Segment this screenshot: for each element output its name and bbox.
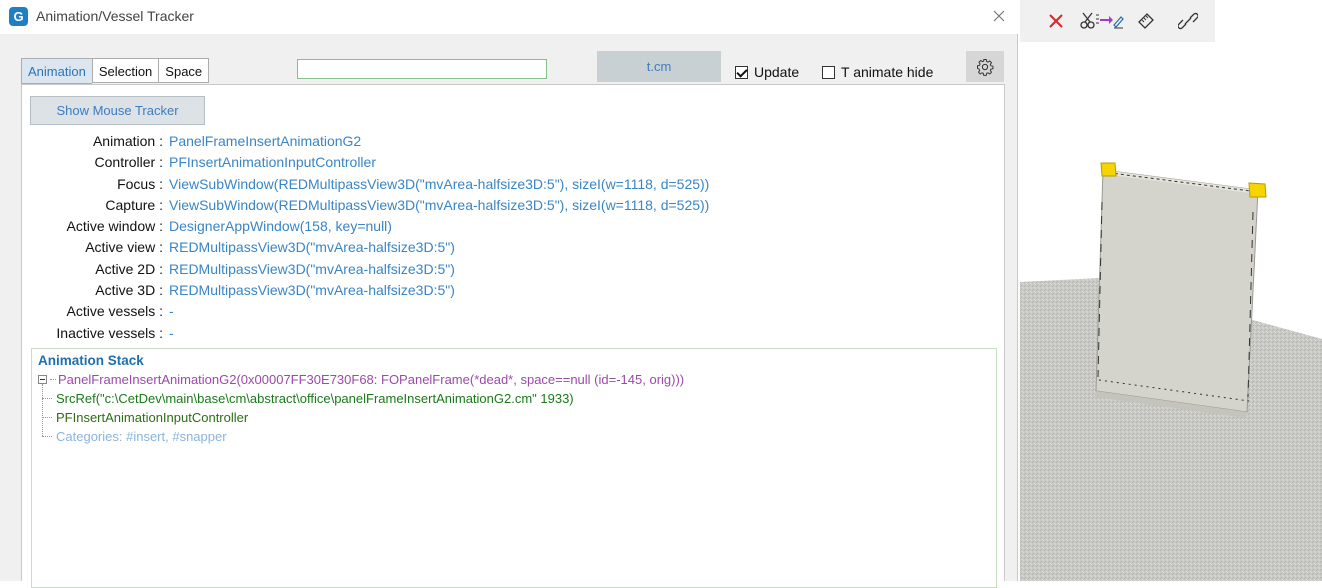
info-key: Active 2D : bbox=[95, 260, 163, 277]
tree-connector bbox=[42, 398, 52, 399]
info-key: Controller : bbox=[94, 154, 163, 171]
info-value[interactable]: PFInsertAnimationInputController bbox=[167, 152, 376, 173]
stack-item-controller[interactable]: PFInsertAnimationInputController bbox=[42, 410, 248, 425]
info-row-animation: Animation : PanelFrameInsertAnimationG2 bbox=[22, 131, 709, 152]
info-list: Animation : PanelFrameInsertAnimationG2 C… bbox=[22, 131, 709, 344]
update-label: Update bbox=[754, 64, 800, 80]
info-key: Active window : bbox=[66, 218, 163, 235]
stack-tree-root[interactable]: PanelFrameInsertAnimationG2(0x00007FF30E… bbox=[38, 372, 684, 387]
animation-panel: Show Mouse Tracker Animation : PanelFrame… bbox=[21, 84, 1005, 588]
stack-item-label[interactable]: PFInsertAnimationInputController bbox=[56, 410, 248, 425]
view-toolbar bbox=[1020, 0, 1215, 43]
info-row-active-3d: Active 3D : REDMultipassView3D("mvArea-ha… bbox=[22, 280, 709, 301]
info-row-active-view: Active view : REDMultipassView3D("mvArea-… bbox=[22, 237, 709, 258]
tab-bar: Animation Selection Space bbox=[21, 58, 210, 84]
info-key: Animation : bbox=[92, 133, 163, 149]
tab-animation[interactable]: Animation bbox=[21, 58, 92, 84]
info-row-inactive-vessels: Inactive vessels :- bbox=[22, 323, 709, 344]
tree-connector bbox=[42, 417, 52, 418]
3d-viewport[interactable] bbox=[1020, 42, 1322, 581]
tree-connector bbox=[42, 436, 52, 437]
info-row-active-vessels: Active vessels :- bbox=[22, 301, 709, 322]
info-row-controller: Controller : PFInsertAnimationInputContro… bbox=[22, 152, 709, 173]
tree-connector bbox=[50, 379, 56, 380]
handle-right bbox=[1248, 182, 1267, 198]
info-row-focus: Focus : ViewSubWindow(REDMultipassView3D(… bbox=[22, 174, 709, 195]
show-mouse-tracker-button[interactable]: Show Mouse Tracker bbox=[30, 96, 205, 125]
animate-hide-option[interactable]: T animate hide bbox=[822, 64, 933, 80]
info-value[interactable]: ViewSubWindow(REDMultipassView3D("mvArea… bbox=[167, 195, 709, 216]
tab-selection[interactable]: Selection bbox=[91, 58, 159, 83]
info-value[interactable]: ViewSubWindow(REDMultipassView3D("mvArea… bbox=[167, 174, 709, 195]
stack-item-label[interactable]: SrcRef("c:\CetDev\main\base\cm\abstract\… bbox=[56, 391, 574, 406]
title-bar: G Animation/Vessel Tracker bbox=[0, 0, 1018, 34]
tracker-window: G Animation/Vessel Tracker Animation Sel… bbox=[0, 0, 1018, 588]
animation-stack-panel: Animation Stack PanelFrameInsertAnimatio… bbox=[31, 348, 997, 588]
stack-item-label[interactable]: Categories: #insert, #snapper bbox=[56, 429, 227, 444]
app-logo-icon: G bbox=[9, 7, 28, 26]
ruler-icon[interactable] bbox=[1134, 9, 1158, 33]
info-key: Capture : bbox=[105, 196, 163, 213]
cut-insert-icon[interactable] bbox=[1078, 9, 1126, 33]
info-key: Active 3D : bbox=[95, 282, 163, 299]
animate-hide-label: T animate hide bbox=[841, 64, 934, 80]
info-row-capture: Capture : ViewSubWindow(REDMultipassView3… bbox=[22, 195, 709, 216]
link-icon[interactable] bbox=[1176, 9, 1200, 33]
collapse-icon[interactable] bbox=[38, 375, 47, 384]
info-value: - bbox=[169, 303, 174, 320]
info-key: Active vessels : bbox=[66, 303, 163, 320]
info-row-active-window: Active window : DesignerAppWindow(158, ke… bbox=[22, 216, 709, 237]
info-key: Active view : bbox=[85, 239, 163, 256]
update-checkbox[interactable] bbox=[735, 65, 748, 79]
filter-input[interactable] bbox=[297, 59, 547, 79]
info-value[interactable]: PanelFrameInsertAnimationG2 bbox=[167, 131, 361, 152]
close-red-icon[interactable] bbox=[1044, 9, 1068, 33]
info-value[interactable]: REDMultipassView3D("mvArea-halfsize3D:5"… bbox=[167, 280, 455, 301]
panel-frame bbox=[1095, 169, 1259, 413]
animate-hide-checkbox[interactable] bbox=[822, 65, 835, 79]
stack-item-srcref[interactable]: SrcRef("c:\CetDev\main\base\cm\abstract\… bbox=[42, 391, 574, 406]
handle-left bbox=[1100, 162, 1117, 177]
info-key: Focus : bbox=[117, 175, 163, 192]
info-key: Inactive vessels : bbox=[56, 324, 163, 341]
window-title: Animation/Vessel Tracker bbox=[36, 8, 194, 24]
gear-icon bbox=[977, 58, 994, 76]
close-icon[interactable] bbox=[986, 4, 1012, 30]
stack-title: Animation Stack bbox=[38, 353, 144, 368]
info-value[interactable]: REDMultipassView3D("mvArea-halfsize3D:5"… bbox=[167, 259, 455, 280]
settings-button[interactable] bbox=[966, 51, 1004, 82]
info-value: - bbox=[169, 324, 174, 341]
stack-item-categories[interactable]: Categories: #insert, #snapper bbox=[42, 429, 227, 444]
stack-root-label[interactable]: PanelFrameInsertAnimationG2(0x00007FF30E… bbox=[58, 372, 684, 387]
tab-space[interactable]: Space bbox=[158, 58, 210, 83]
tcm-button[interactable]: t.cm bbox=[597, 51, 721, 82]
update-option[interactable]: Update bbox=[735, 64, 799, 80]
info-value[interactable]: DesignerAppWindow(158, key=null) bbox=[167, 216, 392, 237]
3d-scene bbox=[1020, 162, 1322, 581]
info-row-active-2d: Active 2D : REDMultipassView3D("mvArea-ha… bbox=[22, 259, 709, 280]
info-value[interactable]: REDMultipassView3D("mvArea-halfsize3D:5"… bbox=[167, 237, 455, 258]
